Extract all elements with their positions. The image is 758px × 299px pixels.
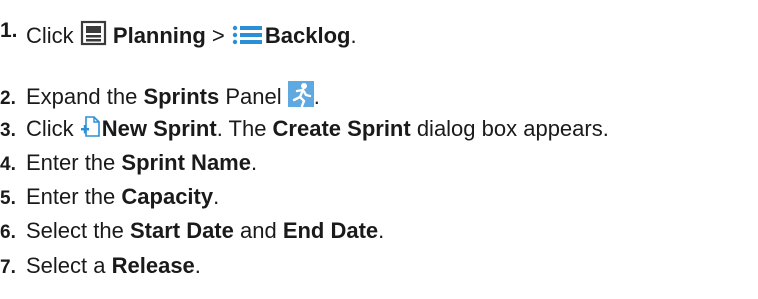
step-4: 4. Enter the Sprint Name. (0, 150, 257, 178)
step-end: . (378, 218, 385, 243)
step-text: Panel (219, 84, 288, 109)
planning-label: Planning (112, 23, 206, 48)
step-text: . The (216, 116, 273, 141)
sprint-runner-icon (287, 81, 314, 113)
step-3: 3. Click New Sprint. The Create Sprint di… (0, 115, 609, 145)
step-number: 3. (0, 120, 16, 141)
create-sprint-label: Create Sprint (272, 116, 411, 141)
step-text: Click (26, 116, 80, 141)
release-label: Release (111, 253, 195, 278)
step-end: . (213, 184, 220, 209)
step-2: 2. Expand the Sprints Panel . (0, 81, 320, 113)
step-number: 1. (0, 19, 18, 42)
new-sprint-label: New Sprint (101, 116, 217, 141)
step-separator: > (205, 23, 231, 48)
start-date-label: Start Date (129, 218, 234, 243)
new-sprint-icon (80, 115, 102, 145)
sprints-label: Sprints (143, 84, 220, 109)
step-text: and (233, 218, 283, 243)
planning-icon (80, 20, 107, 52)
step-end: . (194, 253, 201, 278)
sprint-name-label: Sprint Name (121, 150, 251, 175)
step-number: 4. (0, 154, 16, 175)
step-text: Click (26, 23, 80, 48)
capacity-label: Capacity (121, 184, 214, 209)
step-number: 5. (0, 188, 16, 209)
step-6: 6. Select the Start Date and End Date. (0, 218, 384, 246)
step-number: 6. (0, 222, 16, 243)
step-number: 2. (0, 88, 16, 109)
step-end: . (350, 23, 357, 48)
end-date-label: End Date (282, 218, 379, 243)
step-5: 5. Enter the Capacity. (0, 184, 219, 212)
backlog-label: Backlog (264, 23, 351, 48)
step-end: dialog box appears. (410, 116, 609, 141)
step-text: Enter the (26, 184, 122, 209)
step-end: . (250, 150, 258, 175)
step-text: Expand the (26, 84, 144, 109)
step-1: 1. Click Planning > Backlog. (0, 18, 357, 52)
step-end: . (313, 84, 320, 109)
step-text: Select the (26, 218, 130, 243)
backlog-icon (231, 24, 265, 52)
step-text: Enter the (26, 150, 122, 175)
step-number: 7. (0, 257, 16, 278)
step-text: Select a (26, 253, 112, 278)
step-7: 7. Select a Release. (0, 253, 201, 281)
